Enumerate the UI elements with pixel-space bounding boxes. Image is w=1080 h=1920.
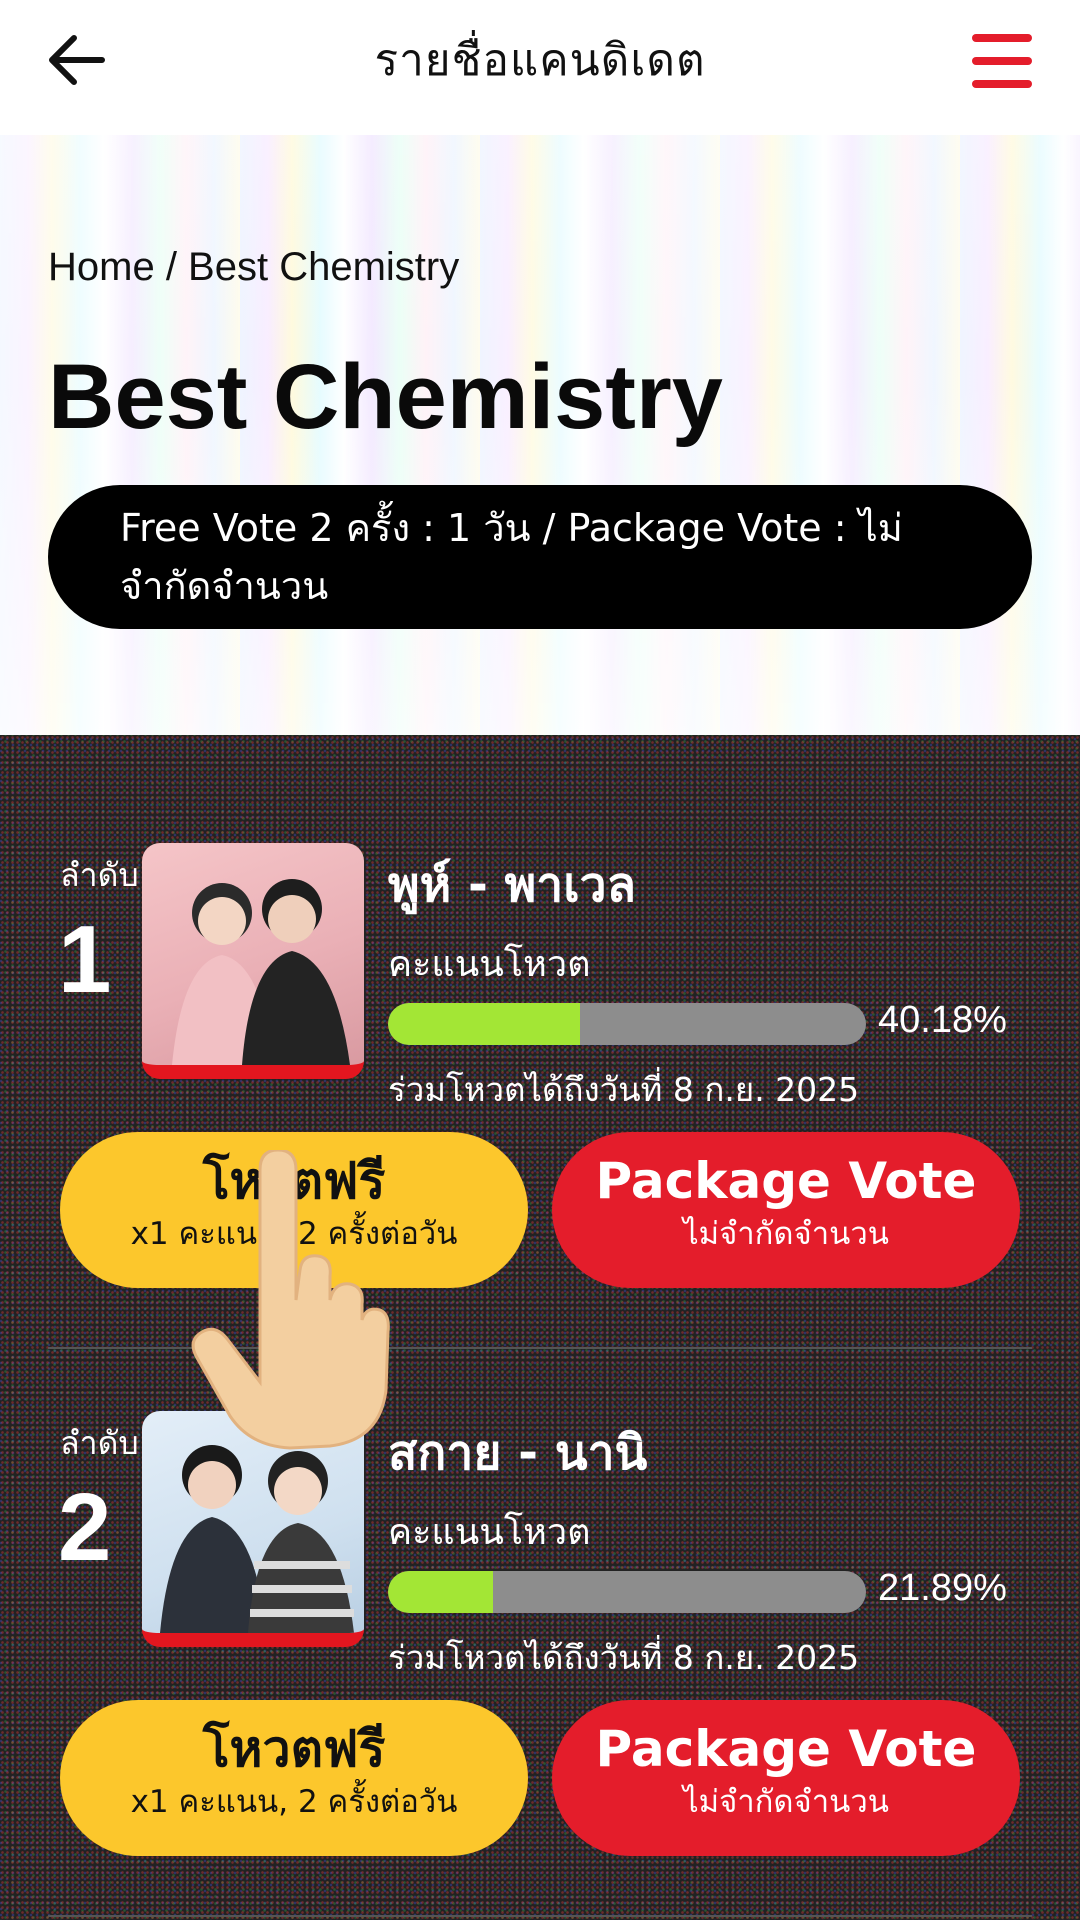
candidate-card: ลำดับ 2 สกาย - นานิ คะแนนโหวต 21.89% ร่ว… xyxy=(0,1303,1080,1917)
package-vote-button[interactable]: Package Vote ไม่จำกัดจำนวน xyxy=(552,1132,1020,1288)
free-vote-subtitle: x1 คะแนน, 2 ครั้งต่อวัน xyxy=(130,1784,458,1820)
vote-rules-line-1: Free Vote 2 ครั้ง : 1 วัน / Package Vote… xyxy=(120,506,903,550)
candidate-photo[interactable] xyxy=(142,1411,364,1647)
vote-progress-bar xyxy=(388,1003,866,1045)
free-vote-title: โหวตฟรี xyxy=(202,1152,386,1210)
candidate-name: สกาย - นานิ xyxy=(388,1425,648,1481)
vote-rules-line-2: จำกัดจำนวน xyxy=(120,564,329,608)
hero-banner: Home / Best Chemistry Best Chemistry Fre… xyxy=(0,135,1080,735)
arrow-left-icon[interactable] xyxy=(44,30,108,90)
candidate-photo-figures xyxy=(160,1445,354,1633)
page-title: Best Chemistry xyxy=(48,346,723,448)
package-vote-subtitle: ไม่จำกัดจำนวน xyxy=(683,1784,889,1820)
top-app-bar: รายชื่อแคนดิเดต xyxy=(0,0,1080,135)
free-vote-button[interactable]: โหวตฟรี x1 คะแนน, 2 ครั้งต่อวัน xyxy=(60,1132,528,1288)
package-vote-button[interactable]: Package Vote ไม่จำกัดจำนวน xyxy=(552,1700,1020,1856)
free-vote-subtitle: x1 คะแนน, 2 ครั้งต่อวัน xyxy=(130,1216,458,1252)
vote-percent: 21.89% xyxy=(878,1567,1007,1609)
free-vote-button[interactable]: โหวตฟรี x1 คะแนน, 2 ครั้งต่อวัน xyxy=(60,1700,528,1856)
free-vote-title: โหวตฟรี xyxy=(202,1720,386,1778)
rank-label: ลำดับ xyxy=(60,856,139,894)
package-vote-title: Package Vote xyxy=(595,1720,977,1778)
rank-number: 1 xyxy=(58,906,112,1013)
candidate-name: พูห์ - พาเวล xyxy=(388,857,636,913)
vote-progress-bar xyxy=(388,1571,866,1613)
header-title: รายชื่อแคนดิเดต xyxy=(374,34,706,86)
rank-label: ลำดับ xyxy=(60,1424,139,1462)
vote-rules-banner: Free Vote 2 ครั้ง : 1 วัน / Package Vote… xyxy=(48,485,1032,629)
vote-deadline: ร่วมโหวตได้ถึงวันที่ 8 ก.ย. 2025 xyxy=(388,1070,860,1109)
vote-percent: 40.18% xyxy=(878,999,1007,1041)
package-vote-title: Package Vote xyxy=(595,1152,977,1210)
divider xyxy=(48,1915,1032,1917)
package-vote-subtitle: ไม่จำกัดจำนวน xyxy=(683,1216,889,1252)
vote-progress-fill xyxy=(388,1003,581,1045)
candidate-photo[interactable] xyxy=(142,843,364,1079)
breadcrumb[interactable]: Home / Best Chemistry xyxy=(48,245,459,290)
vote-progress-fill xyxy=(388,1571,493,1613)
rank-number: 2 xyxy=(58,1474,112,1581)
hamburger-menu-icon[interactable] xyxy=(968,30,1036,92)
score-label: คะแนนโหวต xyxy=(388,1512,591,1553)
vote-deadline: ร่วมโหวตได้ถึงวันที่ 8 ก.ย. 2025 xyxy=(388,1638,860,1677)
score-label: คะแนนโหวต xyxy=(388,944,591,985)
candidate-list: ลำดับ 1 พูห์ - พาเวล คะแนนโหวต 40.18% ร่… xyxy=(0,735,1080,1920)
candidate-photo-figures xyxy=(172,879,350,1065)
candidate-card: ลำดับ 1 พูห์ - พาเวล คะแนนโหวต 40.18% ร่… xyxy=(0,735,1080,1349)
